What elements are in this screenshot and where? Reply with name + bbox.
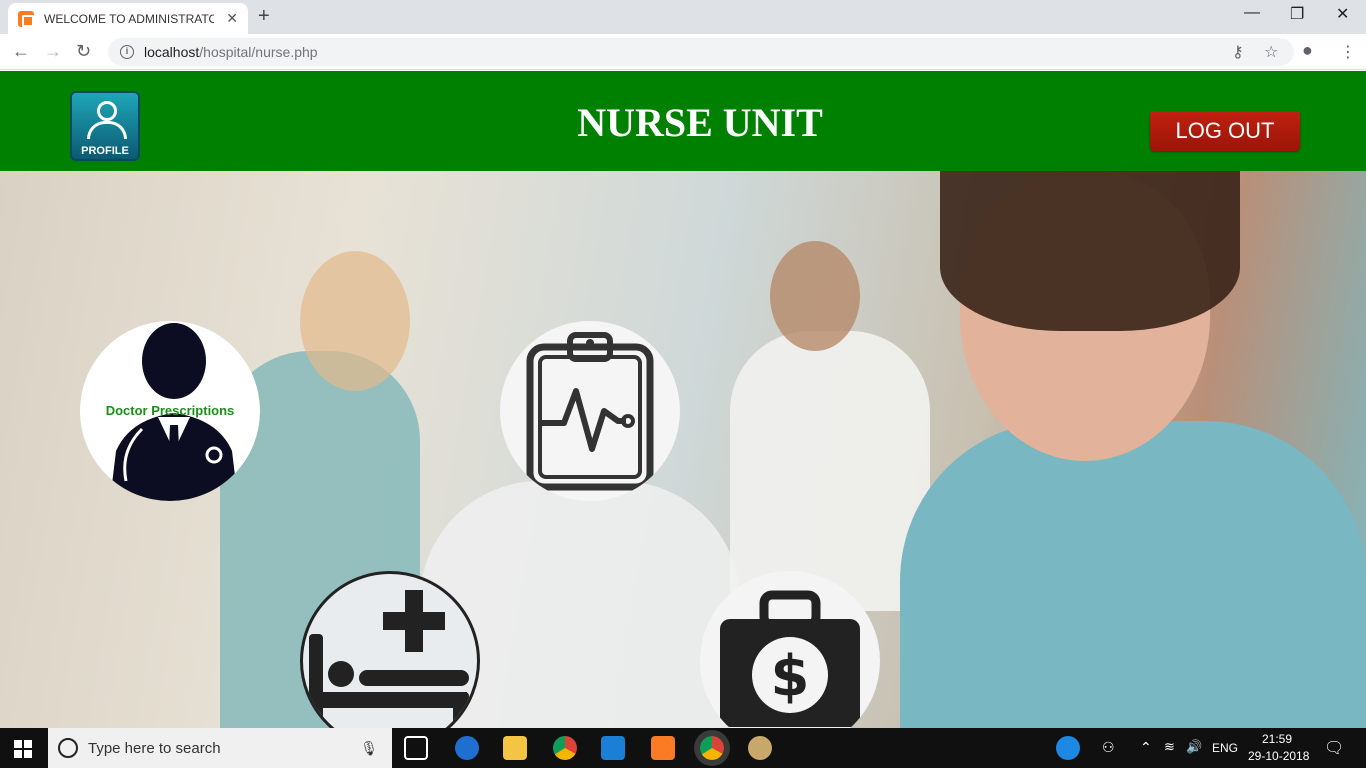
bg-doctor-head xyxy=(770,241,860,351)
people-icon[interactable]: ⚇ xyxy=(1102,739,1115,756)
language-indicator[interactable]: ENG xyxy=(1212,741,1238,755)
bookmark-star-icon[interactable]: ☆ xyxy=(1264,42,1278,62)
volume-icon[interactable]: 🔊 xyxy=(1186,739,1202,755)
menu-kebab-icon[interactable]: ⋮ xyxy=(1340,42,1356,62)
page-header: PROFILE NURSE UNIT LOG OUT xyxy=(0,71,1366,171)
taskbar-search[interactable]: Type here to search 🎙 xyxy=(48,728,392,768)
address-bar[interactable]: i localhost /hospital/nurse.php xyxy=(108,38,1294,66)
profile-label: PROFILE xyxy=(81,145,129,157)
tray-expand-icon[interactable]: ⌃ xyxy=(1140,739,1152,756)
logout-button[interactable]: LOG OUT xyxy=(1150,111,1300,151)
doctor-prescriptions-button[interactable]: Doctor Prescriptions xyxy=(80,321,260,501)
window-close-icon[interactable]: ✕ xyxy=(1336,4,1349,24)
chrome-active-icon[interactable] xyxy=(700,736,724,760)
hero-background: Doctor Prescriptions $ xyxy=(0,171,1366,728)
microphone-icon[interactable]: 🎙 xyxy=(360,740,378,757)
url-path: /hospital/nurse.php xyxy=(199,44,318,60)
minimize-icon[interactable]: — xyxy=(1244,4,1260,22)
forward-icon[interactable]: → xyxy=(44,41,62,62)
action-center-icon[interactable]: 🗨 xyxy=(1324,738,1344,758)
reload-icon[interactable]: ↻ xyxy=(76,41,91,62)
search-placeholder: Type here to search xyxy=(88,739,221,757)
new-tab-icon[interactable]: + xyxy=(258,5,270,28)
bg-foreground-nurse xyxy=(900,421,1366,728)
restore-icon[interactable]: ❐ xyxy=(1290,4,1304,24)
help-icon[interactable] xyxy=(1056,736,1080,760)
network-icon[interactable]: ≋ xyxy=(1164,739,1175,755)
back-icon[interactable]: ← xyxy=(12,41,30,62)
svg-text:$: $ xyxy=(771,644,810,709)
windows-start-icon[interactable] xyxy=(14,740,32,758)
hospital-bed-icon xyxy=(309,590,469,724)
browser-tabstrip: WELCOME TO ADMINISTRATOR U ✕ + — ❐ ✕ xyxy=(0,0,1366,34)
doctor-prescriptions-label: Doctor Prescriptions xyxy=(105,403,235,418)
taskbar: Type here to search 🎙 ⚇ ⌃ ≋ 🔊 ENG 21:59 … xyxy=(0,728,1366,768)
browser-toolbar: ← → ↻ i localhost /hospital/nurse.php ⚷ … xyxy=(0,34,1366,70)
cortana-icon xyxy=(58,738,78,758)
clipboard-heartbeat-icon xyxy=(526,332,654,491)
task-view-icon[interactable] xyxy=(404,736,428,760)
url-host: localhost xyxy=(144,44,200,60)
paint-icon[interactable] xyxy=(748,736,772,760)
edge-icon[interactable] xyxy=(455,736,479,760)
browser-tab[interactable]: WELCOME TO ADMINISTRATOR U ✕ xyxy=(8,3,248,34)
account-icon[interactable]: ● xyxy=(1302,40,1313,61)
xampp-icon[interactable] xyxy=(651,736,675,760)
site-info-icon[interactable]: i xyxy=(120,45,134,59)
chrome-icon[interactable] xyxy=(553,736,577,760)
page: PROFILE NURSE UNIT LOG OUT Doctor Prescr… xyxy=(0,71,1366,728)
app-icon[interactable] xyxy=(601,736,625,760)
file-explorer-icon[interactable] xyxy=(503,736,527,760)
key-icon[interactable]: ⚷ xyxy=(1232,42,1244,62)
clock-time[interactable]: 21:59 xyxy=(1262,732,1292,746)
clock-date[interactable]: 29-10-2018 xyxy=(1248,749,1309,763)
patient-vitals-button[interactable] xyxy=(500,321,680,501)
bg-foreground-nurse-hair xyxy=(940,171,1240,331)
xampp-favicon-icon xyxy=(18,10,34,27)
tab-title: WELCOME TO ADMINISTRATOR U xyxy=(44,11,214,26)
tab-close-icon[interactable]: ✕ xyxy=(226,10,238,27)
bg-nurse-head xyxy=(300,251,410,391)
